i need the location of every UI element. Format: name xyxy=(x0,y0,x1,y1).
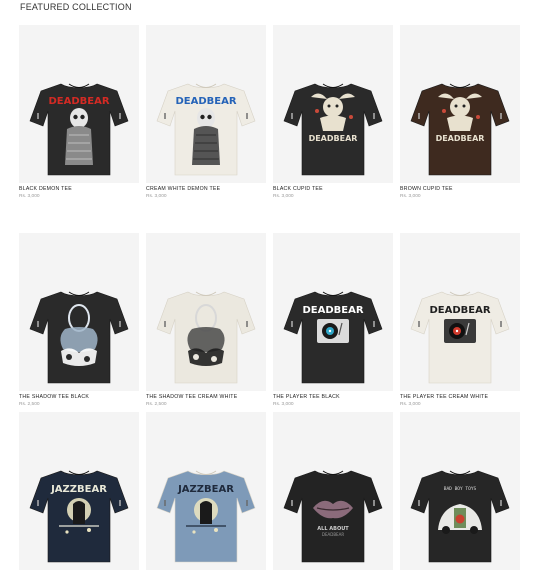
product-image[interactable]: DEADBEAR xyxy=(273,233,393,391)
product-image[interactable] xyxy=(19,233,139,391)
product-name[interactable]: THE SHADOW TEE BLACK xyxy=(19,394,139,400)
cupid-tee-icon: DEADBEAR xyxy=(410,83,510,176)
product-name[interactable]: BROWN CUPID TEE xyxy=(400,186,520,192)
product-image[interactable]: BAD BOY TOYS xyxy=(400,412,520,570)
product-card[interactable]: THE SHADOW TEE BLACK Rs. 2,500 xyxy=(19,233,139,407)
product-name[interactable]: BLACK CUPID TEE xyxy=(273,186,393,192)
product-card[interactable]: ALL ABOUT DEADBEAR xyxy=(273,412,393,570)
demon-tee-icon: DEADBEAR xyxy=(29,83,129,176)
svg-text:DEADBEAR: DEADBEAR xyxy=(48,96,109,107)
jazz-bear-tee-icon: JAZZBEAR xyxy=(29,470,129,563)
product-price: Rs. 3,000 xyxy=(19,194,40,199)
product-card[interactable]: DEADBEAR THE PLAYER TEE CREAM WHITE Rs. 3,… xyxy=(400,233,520,407)
product-card[interactable]: DEADBEAR CREAM WHITE DEMON TEE Rs. 3,000 xyxy=(146,25,266,199)
product-card[interactable]: DEADBEAR THE PLAYER TEE BLACK Rs. 3,000 xyxy=(273,233,393,407)
svg-text:BAD BOY TOYS: BAD BOY TOYS xyxy=(444,486,477,492)
product-name[interactable]: BLACK DEMON TEE xyxy=(19,186,139,192)
product-card[interactable]: JAZZBEAR xyxy=(19,412,139,570)
product-image[interactable] xyxy=(146,233,266,391)
svg-text:DEADBEAR: DEADBEAR xyxy=(309,134,358,143)
product-image[interactable]: DEADBEAR xyxy=(400,233,520,391)
product-price: Rs. 2,500 xyxy=(146,402,167,407)
product-name[interactable]: THE PLAYER TEE CREAM WHITE xyxy=(400,394,520,400)
product-name[interactable]: CREAM WHITE DEMON TEE xyxy=(146,186,266,192)
svg-text:DEADBEAR: DEADBEAR xyxy=(302,305,363,316)
shadow-tee-icon xyxy=(156,291,256,384)
jazz-bear-tee-icon: JAZZBEAR xyxy=(156,470,256,563)
product-name[interactable]: THE SHADOW TEE CREAM WHITE xyxy=(146,394,266,400)
product-price: Rs. 3,000 xyxy=(273,402,294,407)
shadow-tee-icon xyxy=(29,291,129,384)
product-name[interactable]: THE PLAYER TEE BLACK xyxy=(273,394,393,400)
product-price: Rs. 3,000 xyxy=(273,194,294,199)
demon-tee-icon: DEADBEAR xyxy=(156,83,256,176)
cupid-tee-icon: DEADBEAR xyxy=(283,83,383,176)
svg-text:DEADBEAR: DEADBEAR xyxy=(436,134,485,143)
product-price: Rs. 3,000 xyxy=(146,194,167,199)
product-image[interactable]: ALL ABOUT DEADBEAR xyxy=(273,412,393,570)
product-image[interactable]: JAZZBEAR xyxy=(146,412,266,570)
section-title: FEATURED COLLECTION xyxy=(20,2,132,12)
car-tee-icon: BAD BOY TOYS xyxy=(410,470,510,563)
product-image[interactable]: JAZZBEAR xyxy=(19,412,139,570)
turntable-tee-icon: DEADBEAR xyxy=(283,291,383,384)
product-card[interactable]: DEADBEAR BROWN CUPID TEE Rs. 3,000 xyxy=(400,25,520,199)
product-price: Rs. 3,000 xyxy=(400,194,421,199)
product-card[interactable]: JAZZBEAR xyxy=(146,412,266,570)
product-image[interactable]: DEADBEAR xyxy=(273,25,393,183)
svg-text:DEADBEAR: DEADBEAR xyxy=(175,96,236,107)
product-image[interactable]: DEADBEAR xyxy=(400,25,520,183)
svg-text:DEADBEAR: DEADBEAR xyxy=(322,532,344,537)
svg-text:DEADBEAR: DEADBEAR xyxy=(429,305,490,316)
svg-text:JAZZBEAR: JAZZBEAR xyxy=(177,484,234,495)
product-card[interactable]: BAD BOY TOYS xyxy=(400,412,520,570)
product-card[interactable]: THE SHADOW TEE CREAM WHITE Rs. 2,500 xyxy=(146,233,266,407)
lips-tee-icon: ALL ABOUTDEADBEAR xyxy=(283,470,383,563)
product-image[interactable]: DEADBEAR xyxy=(19,25,139,183)
product-card[interactable]: DEADBEAR BLACK CUPID TEE Rs. 3,000 xyxy=(273,25,393,199)
product-card[interactable]: DEADBEAR BLACK DEMON TEE Rs. 3,000 xyxy=(19,25,139,199)
product-image[interactable]: DEADBEAR xyxy=(146,25,266,183)
product-price: Rs. 2,500 xyxy=(19,402,40,407)
svg-text:JAZZBEAR: JAZZBEAR xyxy=(50,484,107,495)
turntable-tee-icon: DEADBEAR xyxy=(410,291,510,384)
product-price: Rs. 3,000 xyxy=(400,402,421,407)
